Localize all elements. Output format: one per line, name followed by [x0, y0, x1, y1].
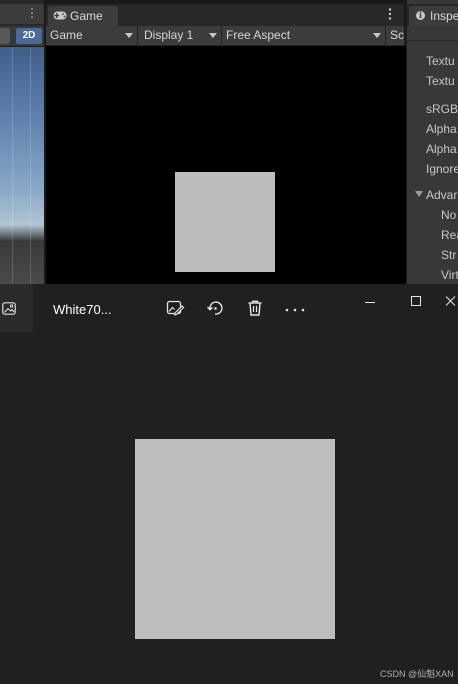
game-sprite: [175, 172, 275, 272]
display-dropdown-label: Display 1: [144, 28, 194, 42]
aspect-dropdown[interactable]: Free Aspect: [222, 26, 386, 45]
minimize-icon[interactable]: [360, 294, 380, 310]
displayed-image[interactable]: [135, 439, 335, 639]
image-icon: [2, 302, 16, 315]
scene-grid-line: [30, 47, 31, 284]
file-name: White70...: [53, 302, 112, 317]
inspector-row-label: Alpha: [426, 142, 457, 156]
edit-image-icon[interactable]: [164, 297, 186, 319]
tab-inspector-label: Inspe: [430, 9, 458, 23]
scene-dropdown[interactable]: [0, 28, 10, 44]
more-options-icon[interactable]: [283, 299, 307, 319]
inspector-row-label: Textu: [426, 74, 455, 88]
delete-icon[interactable]: [244, 297, 266, 319]
foldout-arrow-icon[interactable]: [415, 191, 423, 197]
chevron-down-icon: [373, 33, 381, 38]
chevron-down-icon: [125, 33, 133, 38]
close-icon[interactable]: [446, 292, 458, 310]
inspector-row-label: Alpha: [426, 122, 457, 136]
display-dropdown[interactable]: Display 1: [140, 26, 222, 45]
info-icon: i: [416, 11, 425, 20]
advanced-item-label: No: [441, 208, 457, 222]
inspector-row-label: Textu: [426, 54, 455, 68]
gamepad-icon: [53, 11, 67, 20]
vertical-ellipsis-icon[interactable]: [384, 7, 396, 21]
advanced-item-label: Virt: [441, 268, 458, 282]
game-view-dropdown[interactable]: Game: [46, 26, 138, 45]
scene-menu-icon[interactable]: ⋮: [26, 6, 38, 20]
scene-grid-line: [12, 47, 13, 284]
divider: [407, 40, 458, 41]
chevron-down-icon: [209, 33, 217, 38]
inspector-row-label: Ignore: [426, 162, 458, 176]
inspector-row-label: sRGB: [426, 102, 458, 116]
scene-tab-bar: [0, 4, 44, 24]
aspect-dropdown-label: Free Aspect: [226, 28, 291, 42]
scene-viewport[interactable]: [0, 47, 44, 284]
advanced-foldout-label[interactable]: Advar: [426, 188, 457, 202]
watermark-text: CSDN @仙魁XAN: [380, 669, 454, 679]
scale-slider[interactable]: Sc: [386, 26, 406, 45]
tab-game-label: Game: [70, 9, 103, 23]
advanced-item-label: Rea: [441, 228, 458, 242]
scale-label: Sc: [390, 28, 405, 42]
rotate-icon[interactable]: [204, 297, 226, 319]
maximize-icon[interactable]: [406, 292, 426, 310]
mode-2d-button[interactable]: 2D: [16, 28, 42, 44]
advanced-item-label: Str: [441, 248, 457, 262]
game-view-dropdown-label: Game: [50, 28, 83, 42]
